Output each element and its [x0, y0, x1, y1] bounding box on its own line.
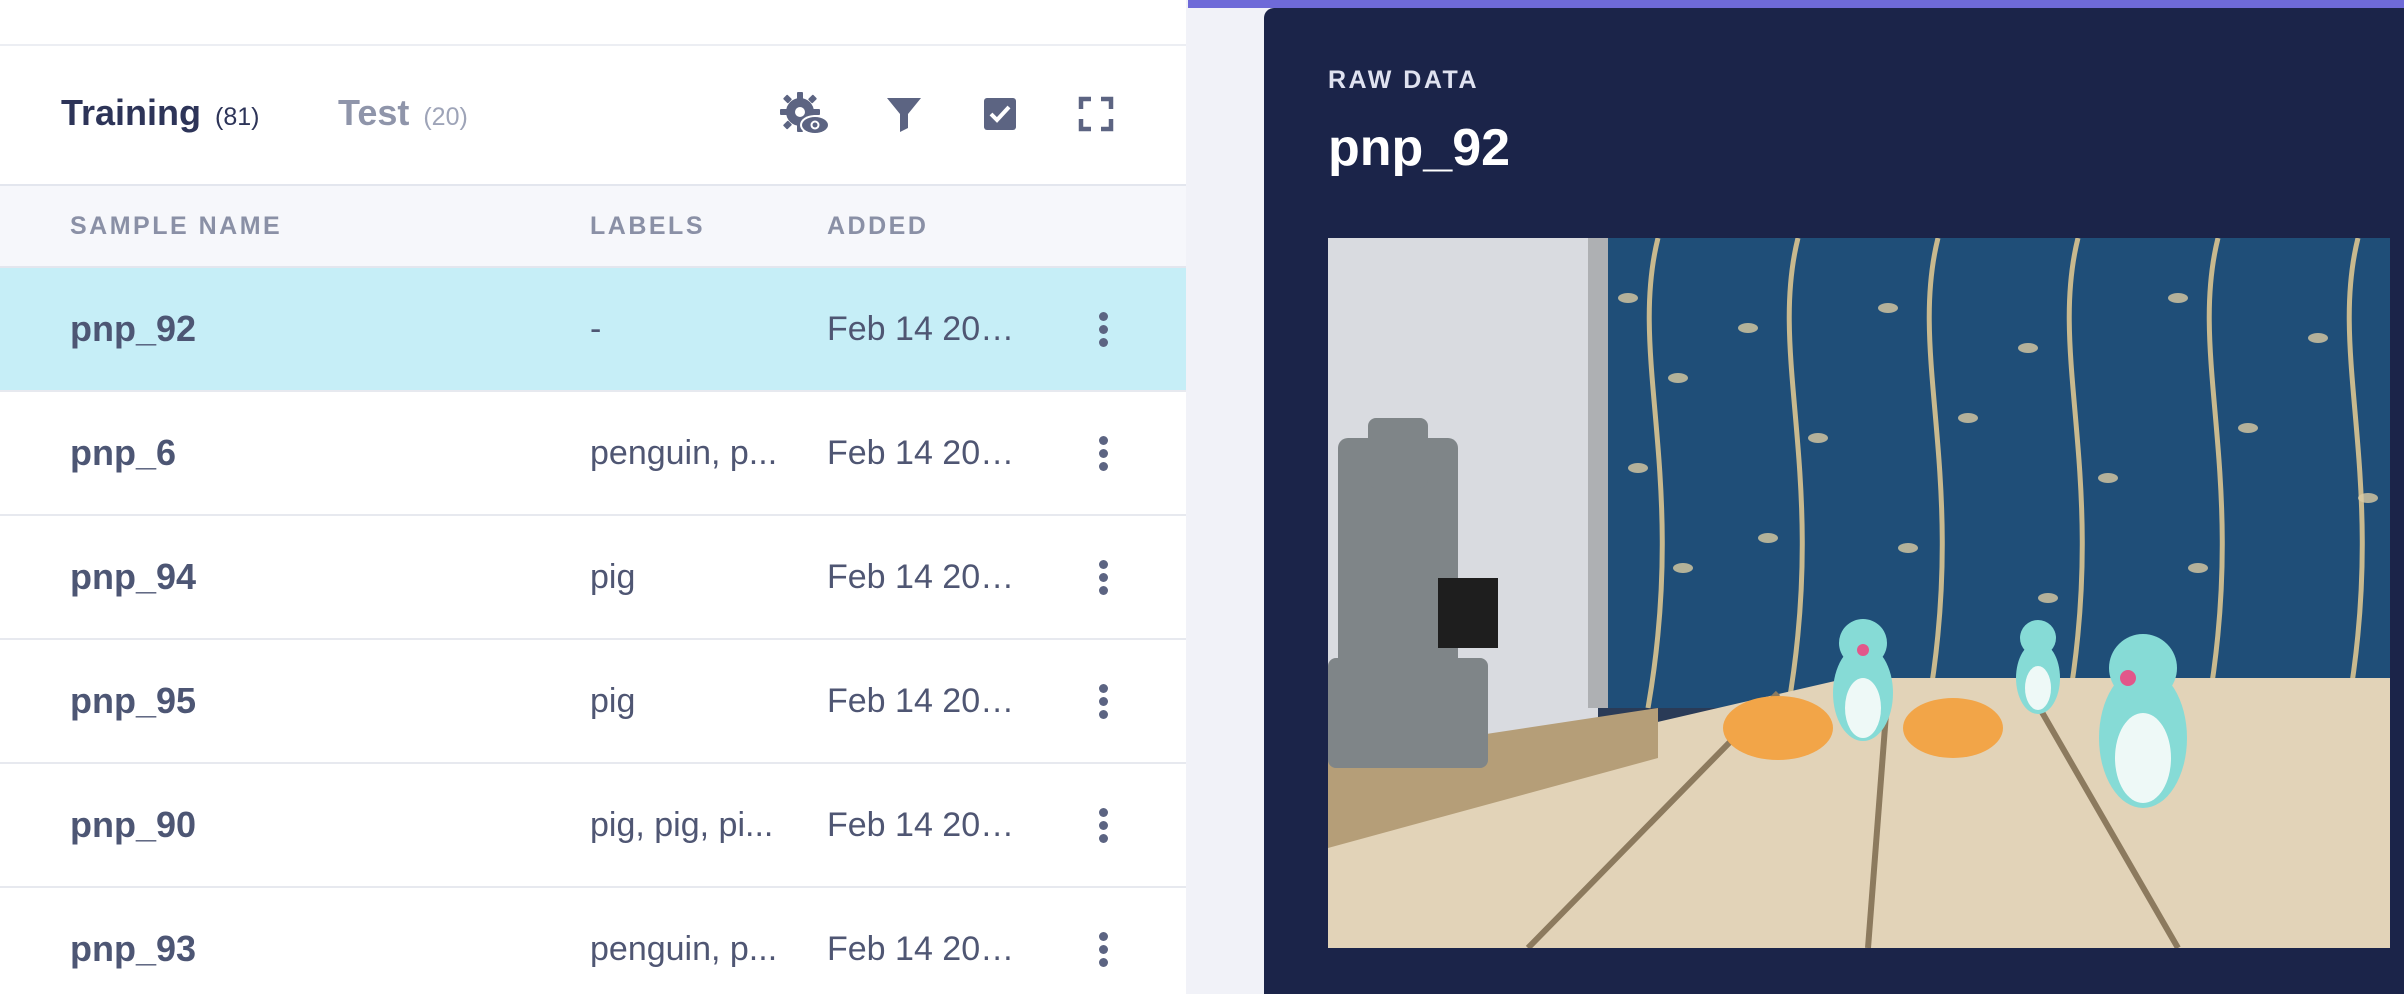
sample-name: pnp_6 — [70, 432, 177, 473]
tab-training-count: (81) — [215, 103, 260, 131]
sample-labels: - — [590, 310, 602, 348]
top-strip — [0, 0, 1186, 46]
sample-added-date: Feb 14 202... — [827, 930, 1023, 968]
sample-added-date: Feb 14 202... — [827, 558, 1023, 596]
sample-name: pnp_94 — [70, 556, 197, 597]
table-row[interactable]: pnp_92 - Feb 14 202... — [0, 268, 1186, 392]
sample-added-date: Feb 14 202... — [827, 806, 1023, 844]
dataset-panel: Training (81) Test (20) SAMPLE NAME LABE… — [0, 0, 1186, 994]
table-row[interactable]: pnp_6 penguin, p... Feb 14 202... — [0, 392, 1186, 516]
table-row[interactable]: pnp_90 pig, pig, pi... Feb 14 202... — [0, 764, 1186, 888]
sample-labels: pig — [590, 682, 636, 720]
sample-added-date: Feb 14 202... — [827, 682, 1023, 720]
tab-test-count: (20) — [423, 103, 468, 131]
checkbox-icon — [984, 98, 1016, 130]
sample-photo — [1328, 238, 2390, 948]
sample-image-preview — [1328, 238, 2390, 948]
sample-title: pnp_92 — [1328, 119, 1511, 177]
fullscreen-button[interactable] — [1068, 86, 1124, 142]
sample-labels: pig — [590, 558, 636, 596]
more-options-icon[interactable] — [1088, 552, 1118, 602]
table-row[interactable]: pnp_95 pig Feb 14 202... — [0, 640, 1186, 764]
raw-data-label: RAW DATA — [1328, 66, 1479, 94]
tab-test[interactable]: Test (20) — [338, 92, 468, 134]
view-settings-button[interactable] — [778, 86, 834, 142]
more-options-icon[interactable] — [1088, 304, 1118, 354]
sample-name: pnp_92 — [70, 308, 197, 349]
tab-training-label: Training — [61, 92, 202, 133]
sample-labels: pig, pig, pi... — [590, 806, 774, 844]
table-row[interactable]: pnp_93 penguin, p... Feb 14 202... — [0, 888, 1186, 994]
more-options-icon[interactable] — [1088, 676, 1118, 726]
table-header: SAMPLE NAME LABELS ADDED — [0, 186, 1186, 268]
table-row[interactable]: pnp_94 pig Feb 14 202... — [0, 516, 1186, 640]
sample-name: pnp_90 — [70, 804, 197, 845]
sample-list: pnp_92 - Feb 14 202... pnp_6 penguin, p.… — [0, 268, 1186, 994]
raw-data-panel: RAW DATA pnp_92 — [1264, 8, 2404, 994]
more-options-icon[interactable] — [1088, 428, 1118, 478]
column-header-sample-name[interactable]: SAMPLE NAME — [70, 212, 282, 241]
sample-added-date: Feb 14 202... — [827, 434, 1023, 472]
select-button[interactable] — [972, 86, 1028, 142]
filter-icon — [887, 98, 921, 132]
tab-training[interactable]: Training (81) — [61, 92, 259, 134]
tab-test-label: Test — [338, 92, 410, 133]
column-header-added[interactable]: ADDED — [827, 212, 928, 241]
fullscreen-icon — [1078, 96, 1114, 132]
column-header-labels[interactable]: LABELS — [590, 212, 705, 241]
accent-bar — [1188, 0, 2404, 8]
sample-labels: penguin, p... — [590, 434, 778, 472]
more-options-icon[interactable] — [1088, 924, 1118, 974]
sample-added-date: Feb 14 202... — [827, 310, 1023, 348]
gear-eye-icon — [780, 92, 830, 135]
sample-name: pnp_95 — [70, 680, 197, 721]
sample-name: pnp_93 — [70, 928, 197, 969]
more-options-icon[interactable] — [1088, 800, 1118, 850]
sample-labels: penguin, p... — [590, 930, 778, 968]
filter-button[interactable] — [876, 86, 932, 142]
